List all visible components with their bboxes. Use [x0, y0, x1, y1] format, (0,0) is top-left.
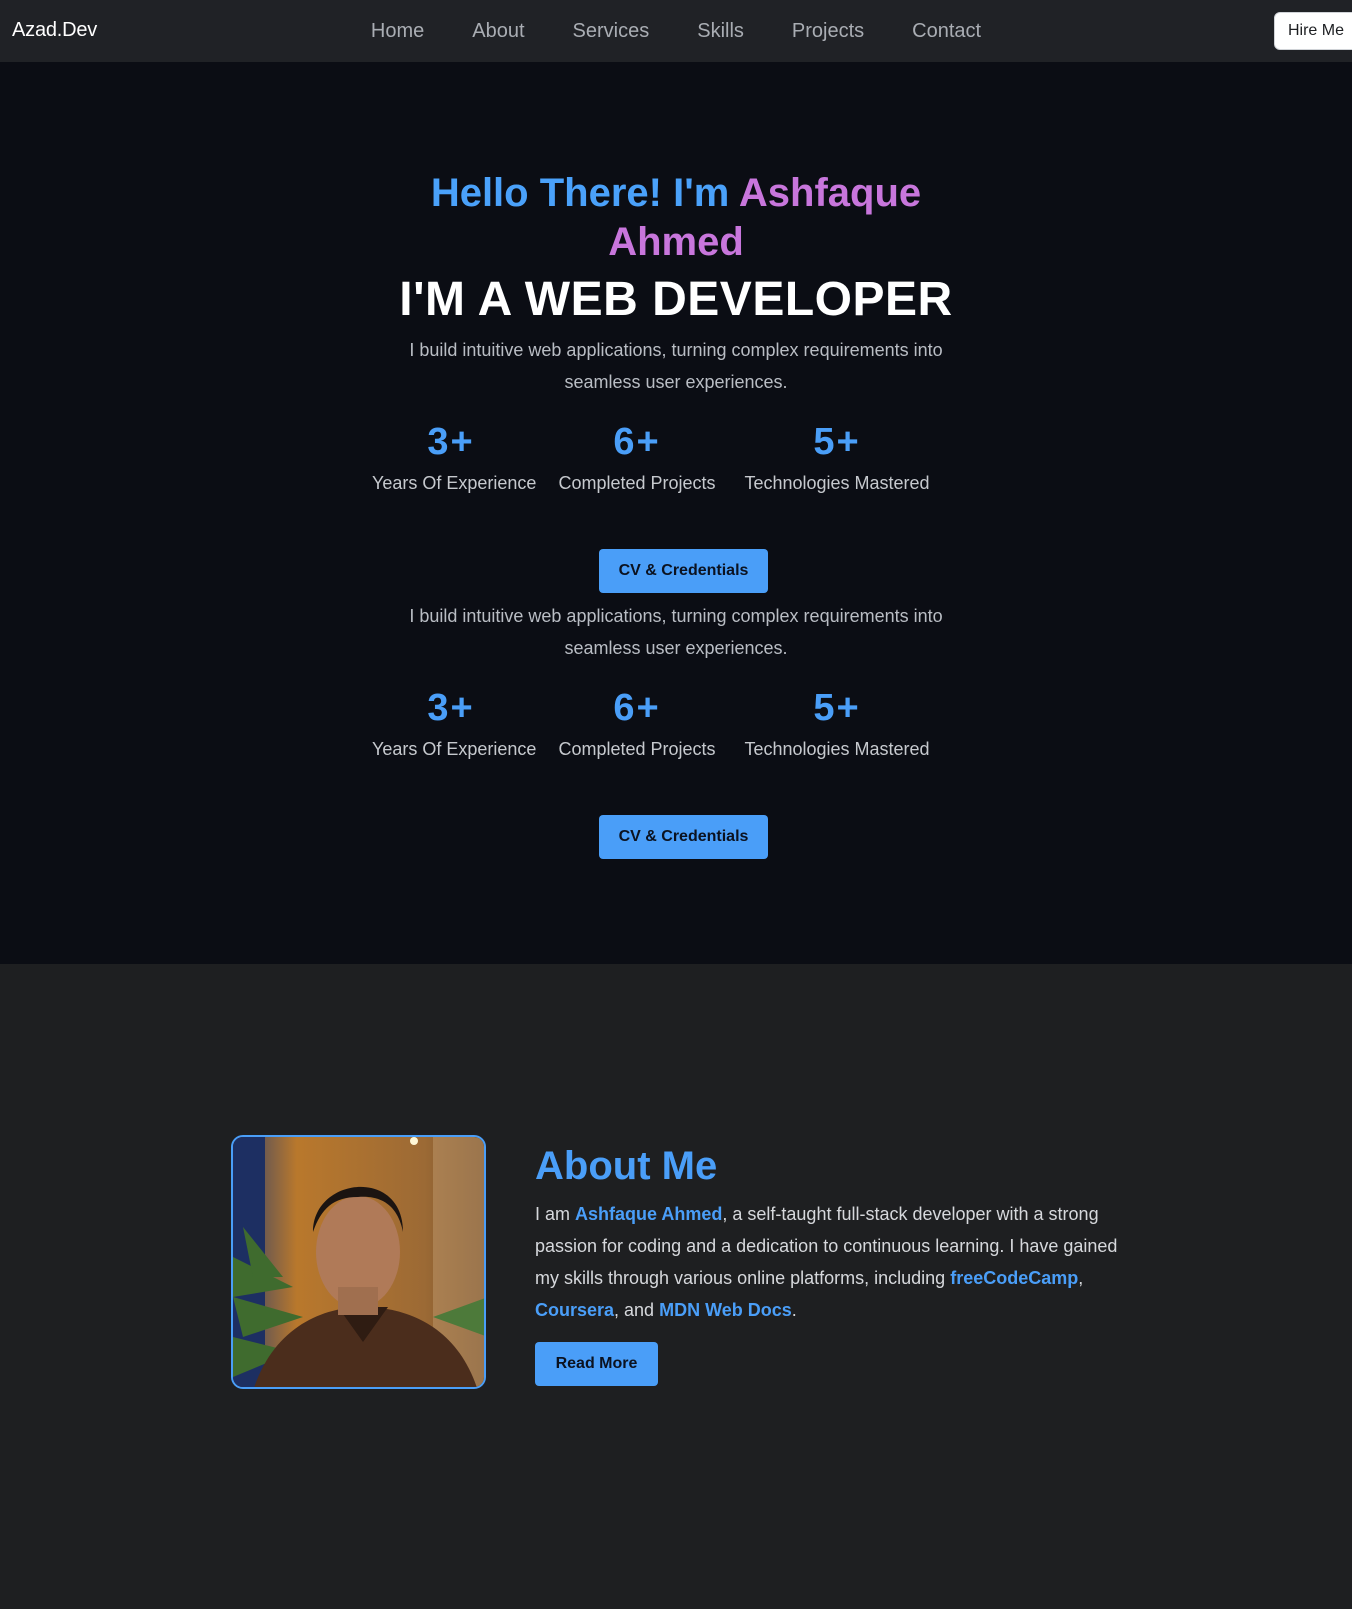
stat-label: Completed Projects	[558, 739, 716, 759]
stat-experience: 3+ Years Of Experience	[372, 685, 537, 760]
navbar: Azad.Dev Home About Services Skills Proj…	[0, 0, 1352, 62]
nav-link-about[interactable]: About	[448, 20, 548, 43]
about-intro: I am	[535, 1204, 571, 1224]
sentence-end: .	[791, 1300, 797, 1320]
stat-value: 5+	[813, 421, 861, 463]
stat-label: Technologies Mastered	[744, 473, 930, 493]
stat-value: 5+	[813, 687, 861, 729]
stat-label: Years Of Experience	[372, 739, 537, 759]
stat-experience: 3+ Years Of Experience	[372, 419, 537, 494]
link-mdn-web-docs[interactable]: MDN Web Docs	[659, 1300, 792, 1320]
hero-tagline: I build intuitive web applications, turn…	[409, 606, 943, 658]
hero-greeting: Hello There! I'm Ashfaque Ahmed	[376, 169, 976, 267]
link-freecodecamp[interactable]: freeCodeCamp	[950, 1268, 1078, 1288]
about-description: I am Ashfaque Ahmed, a self-taught full-…	[535, 1198, 1135, 1326]
hero-tagline: I build intuitive web applications, turn…	[409, 340, 943, 392]
link-coursera[interactable]: Coursera	[535, 1300, 614, 1320]
about-title: About Me	[535, 1144, 718, 1188]
hire-me-button[interactable]: Hire Me	[1274, 12, 1352, 50]
separator: ,	[1078, 1268, 1084, 1288]
about-section: About Me I am Ashfaque Ahmed, a self-tau…	[0, 964, 1352, 1609]
stat-value: 6+	[613, 687, 661, 729]
nav-link-home[interactable]: Home	[347, 20, 448, 43]
stats-row: 3+ Years Of Experience 6+ Completed Proj…	[372, 685, 992, 775]
about-name-highlight: Ashfaque Ahmed	[575, 1204, 723, 1224]
nav-link-contact[interactable]: Contact	[888, 20, 1005, 43]
profile-photo-illustration	[233, 1137, 484, 1387]
stat-technologies: 5+ Technologies Mastered	[744, 685, 930, 760]
stat-label: Years Of Experience	[372, 473, 537, 493]
stat-label: Completed Projects	[558, 473, 716, 493]
stat-projects: 6+ Completed Projects	[558, 419, 716, 494]
profile-photo	[231, 1135, 486, 1389]
nav-link-skills[interactable]: Skills	[673, 20, 768, 43]
stat-value: 3+	[427, 687, 475, 729]
nav-links: Home About Services Skills Projects Cont…	[0, 0, 1352, 62]
nav-link-projects[interactable]: Projects	[768, 20, 888, 43]
hero-section: Hello There! I'm Ashfaque Ahmed I'M A WE…	[0, 62, 1352, 964]
stat-value: 6+	[613, 421, 661, 463]
stat-projects: 6+ Completed Projects	[558, 685, 716, 760]
nav-link-services[interactable]: Services	[549, 20, 674, 43]
read-more-button[interactable]: Read More	[535, 1342, 658, 1386]
stats-row: 3+ Years Of Experience 6+ Completed Proj…	[372, 419, 992, 509]
stat-technologies: 5+ Technologies Mastered	[744, 419, 930, 494]
hero-role: I'M A WEB DEVELOPER	[399, 273, 953, 326]
cv-credentials-button[interactable]: CV & Credentials	[599, 549, 768, 593]
separator: , and	[614, 1300, 655, 1320]
stat-label: Technologies Mastered	[744, 739, 930, 759]
cv-credentials-button[interactable]: CV & Credentials	[599, 815, 768, 859]
greeting-prefix: Hello There! I'm	[430, 171, 730, 215]
stat-value: 3+	[427, 421, 475, 463]
